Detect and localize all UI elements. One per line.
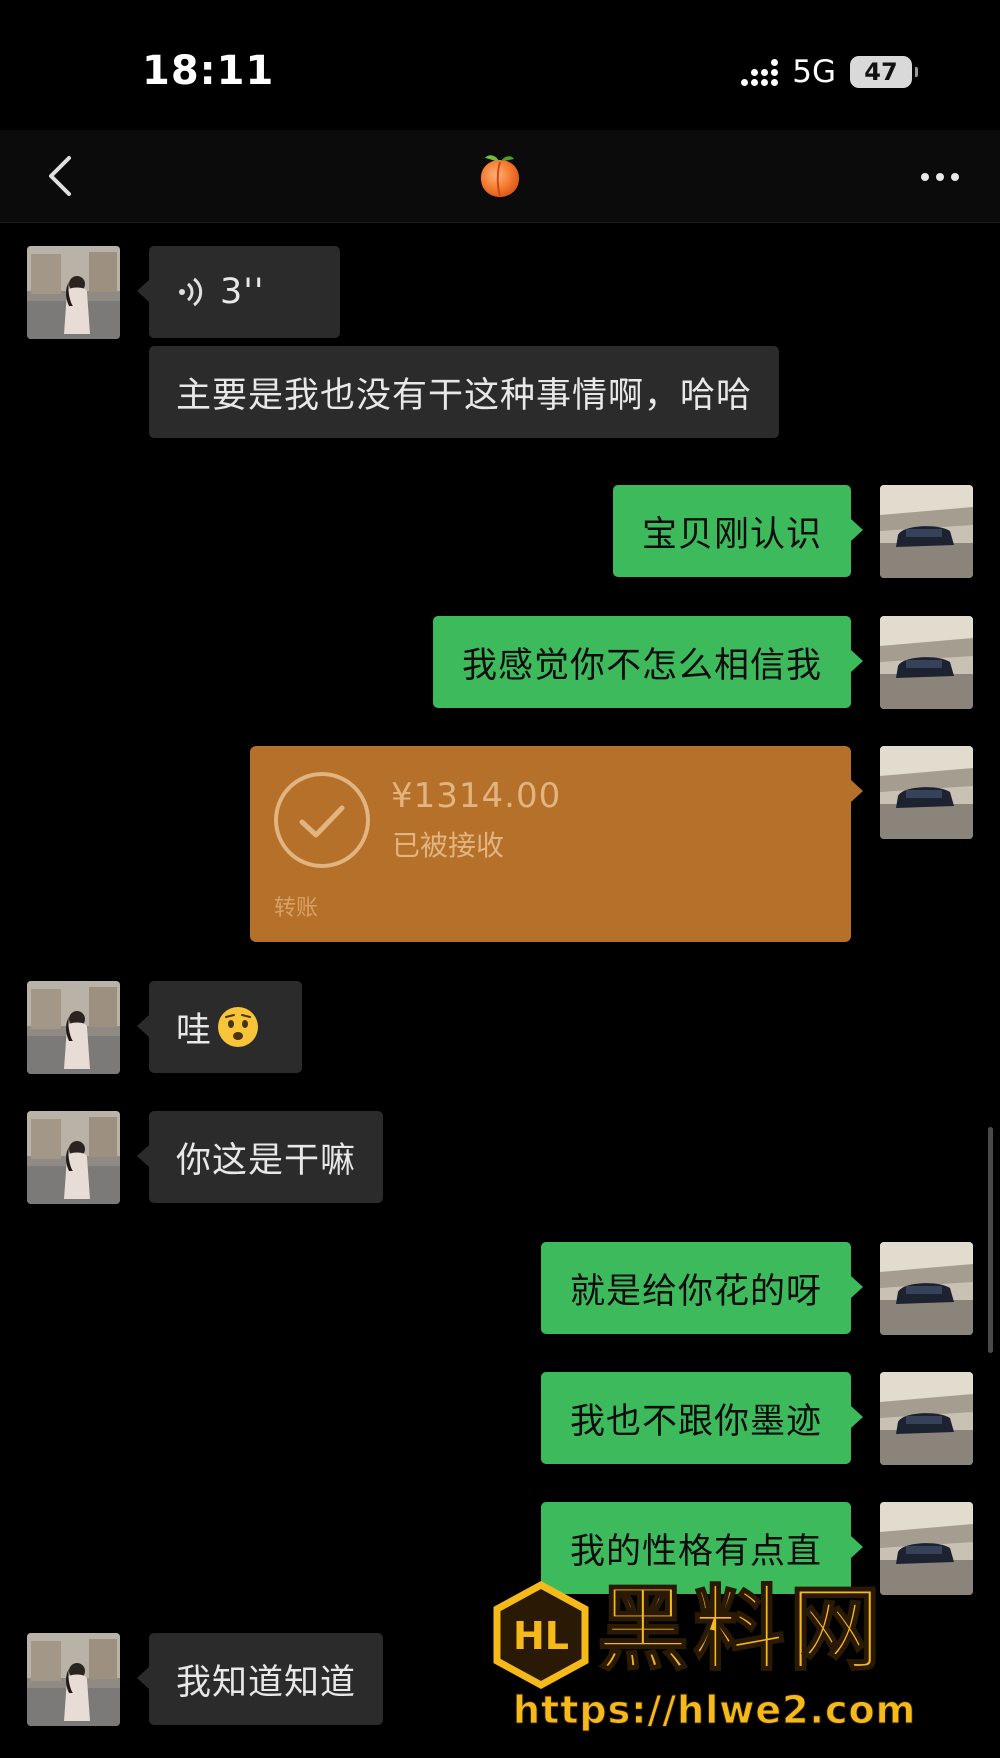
chat-header <box>0 130 1000 223</box>
contact-avatar[interactable] <box>27 981 120 1074</box>
message-text: 宝贝刚认识 <box>641 514 822 555</box>
back-button[interactable] <box>30 146 90 206</box>
peach-emoji <box>480 155 520 197</box>
voice-message[interactable]: 3'' <box>137 246 340 338</box>
message-text: 我知道知道 <box>176 1662 357 1703</box>
watermark-brand: 黑料网 <box>596 1575 886 1684</box>
chevron-left-icon <box>49 156 71 196</box>
message-text: 哇 <box>176 1010 213 1051</box>
contact-avatar[interactable] <box>27 246 120 339</box>
message-text: 我感觉你不怎么相信我 <box>461 645 822 686</box>
incoming-message[interactable]: 我知道知道 <box>136 1633 384 1725</box>
voice-duration: 3'' <box>220 272 265 312</box>
my-avatar[interactable] <box>880 746 973 839</box>
status-indicators: 5G 47 <box>741 54 918 90</box>
message-text: 你这是干嘛 <box>176 1140 357 1181</box>
watermark-url: https://hlwe2.com <box>512 1688 917 1733</box>
transfer-card[interactable]: ¥1314.00 已被接收 转账 <box>250 746 863 942</box>
my-avatar[interactable] <box>880 1372 973 1465</box>
message-text: 我的性格有点直 <box>569 1531 822 1572</box>
contact-avatar-photo <box>27 981 120 1074</box>
hl-logo-letters: HL <box>513 1614 569 1658</box>
voice-wave-icon <box>176 276 204 308</box>
contact-avatar[interactable] <box>27 1633 120 1726</box>
incoming-message[interactable]: 主要是我也没有干这种事情啊，哈哈 <box>149 346 780 438</box>
message-text: 就是给你花的呀 <box>569 1271 822 1312</box>
signal-strength-icon <box>741 58 779 86</box>
my-avatar[interactable] <box>880 616 973 709</box>
my-avatar-photo <box>880 746 973 839</box>
contact-avatar-photo <box>27 1633 120 1726</box>
status-bar: 18:11 5G 47 <box>0 0 1000 130</box>
outgoing-message[interactable]: 宝贝刚认识 <box>612 485 864 577</box>
my-avatar[interactable] <box>880 1242 973 1335</box>
my-avatar-photo <box>880 485 973 578</box>
contact-avatar-photo <box>27 1111 120 1204</box>
message-text: 我也不跟你墨迹 <box>569 1401 822 1442</box>
more-options-button[interactable] <box>910 152 970 202</box>
check-circle-icon <box>274 772 370 868</box>
incoming-message[interactable]: 你这是干嘛 <box>136 1111 384 1203</box>
worried-face-emoji <box>218 1007 259 1047</box>
message-text: 主要是我也没有干这种事情啊，哈哈 <box>176 375 753 416</box>
transfer-amount: ¥1314.00 <box>391 776 562 816</box>
contact-avatar[interactable] <box>27 1111 120 1204</box>
outgoing-message[interactable]: 我也不跟你墨迹 <box>540 1372 864 1464</box>
battery-icon: 47 <box>850 56 918 88</box>
battery-level: 47 <box>864 58 898 86</box>
transfer-label: 转账 <box>274 896 319 921</box>
transfer-status: 已被接收 <box>392 829 505 862</box>
hl-logo-icon: HL <box>493 1581 589 1689</box>
chat-scrollbar[interactable] <box>988 1127 993 1353</box>
outgoing-message[interactable]: 我感觉你不怎么相信我 <box>432 616 864 708</box>
status-time: 18:11 <box>142 48 275 94</box>
my-avatar-photo <box>880 1242 973 1335</box>
my-avatar[interactable] <box>880 485 973 578</box>
network-type: 5G <box>792 54 836 90</box>
contact-name-peach-emoji <box>475 150 525 200</box>
my-avatar-photo <box>880 1372 973 1465</box>
outgoing-message[interactable]: 就是给你花的呀 <box>540 1242 864 1334</box>
watermark: HL 黑料网 https://hlwe2.com <box>493 1575 973 1758</box>
incoming-message[interactable]: 哇 <box>137 981 302 1073</box>
chat-messages[interactable]: 3'' 主要是我也没有干这种事情啊，哈哈 宝贝刚认识 我感觉你不怎么相信我 ¥1… <box>0 222 1000 1758</box>
more-dots-icon <box>921 173 929 181</box>
contact-avatar-photo <box>27 246 120 339</box>
my-avatar-photo <box>880 616 973 709</box>
